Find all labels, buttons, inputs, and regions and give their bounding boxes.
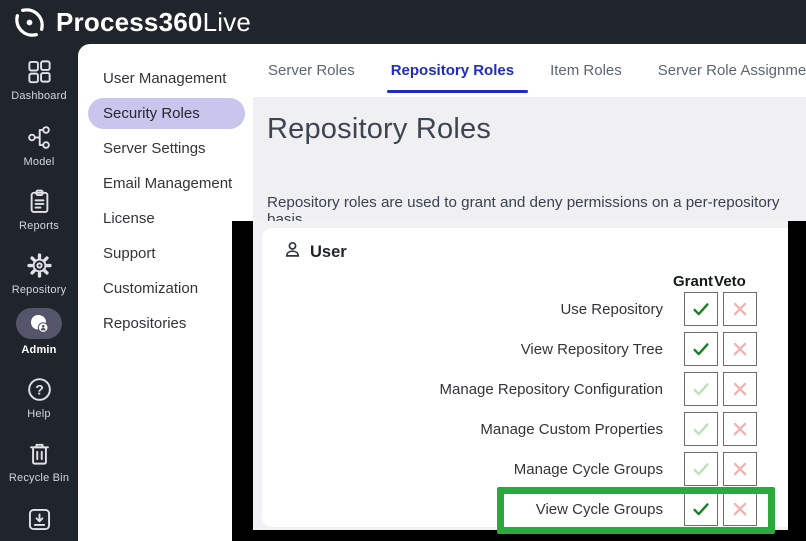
- sidebar-item-label: Recycle Bin: [9, 472, 69, 484]
- app-title-bold: Process360: [56, 7, 203, 37]
- x-icon: [729, 338, 751, 360]
- x-icon: [729, 298, 751, 320]
- sidebar-item-label: Reports: [19, 220, 59, 232]
- model-nodes-icon: [26, 124, 53, 151]
- permission-label: Use Repository: [560, 301, 663, 318]
- permission-label: Manage Repository Configuration: [440, 381, 663, 398]
- roles-tab-bar: Server Roles Repository Roles Item Roles…: [253, 44, 806, 97]
- grant-checkbox[interactable]: [684, 452, 718, 486]
- permission-row-view-repository-tree: View Repository Tree: [262, 329, 788, 369]
- tab-server-roles[interactable]: Server Roles: [268, 44, 355, 97]
- tab-repository-roles[interactable]: Repository Roles: [391, 44, 514, 97]
- x-icon: [729, 378, 751, 400]
- grant-checkbox[interactable]: [684, 332, 718, 366]
- veto-checkbox[interactable]: [723, 372, 757, 406]
- menu-item-server-settings[interactable]: Server Settings: [78, 131, 253, 166]
- menu-item-security-roles[interactable]: Security Roles: [88, 98, 245, 129]
- icon-sidebar: Dashboard Model Reports: [0, 44, 78, 541]
- check-icon: [690, 378, 712, 400]
- veto-column-header: Veto: [711, 273, 749, 290]
- sidebar-item-reports[interactable]: Reports: [0, 188, 78, 232]
- app-title-light: Live: [203, 7, 252, 37]
- top-bar: Process360Live: [0, 0, 806, 44]
- permission-row-manage-cycle-groups: Manage Cycle Groups: [262, 449, 788, 489]
- menu-item-repositories[interactable]: Repositories: [78, 306, 253, 341]
- permission-row-view-cycle-groups: View Cycle Groups: [262, 489, 788, 529]
- sidebar-item-help[interactable]: ? Help: [0, 376, 78, 420]
- user-icon: [284, 241, 301, 263]
- app-window: Process360Live Dashboard: [0, 0, 806, 541]
- sidebar-item-label: Dashboard: [11, 90, 67, 102]
- veto-checkbox[interactable]: [723, 292, 757, 326]
- app-title: Process360Live: [56, 7, 251, 38]
- permission-row-manage-repository-configuration: Manage Repository Configuration: [262, 369, 788, 409]
- grant-checkbox[interactable]: [684, 412, 718, 446]
- page-title: Repository Roles: [267, 113, 491, 146]
- sidebar-item-admin[interactable]: Admin: [0, 308, 78, 356]
- import-tray-icon: [26, 506, 53, 533]
- grant-checkbox[interactable]: [684, 372, 718, 406]
- check-icon: [690, 458, 712, 480]
- recycle-bin-trash-icon: [26, 440, 53, 467]
- permission-row-manage-custom-properties: Manage Custom Properties: [262, 409, 788, 449]
- dashboard-grid-icon: [26, 58, 53, 85]
- permission-label: Manage Custom Properties: [480, 421, 663, 438]
- check-icon: [690, 298, 712, 320]
- permission-label: View Cycle Groups: [536, 501, 663, 518]
- sidebar-item-label: Model: [24, 156, 55, 168]
- permission-row-use-repository: Use Repository: [262, 289, 788, 329]
- admin-active-pill: [16, 308, 62, 339]
- check-icon: [690, 338, 712, 360]
- reports-clipboard-icon: [26, 188, 53, 215]
- tab-item-roles[interactable]: Item Roles: [550, 44, 622, 97]
- menu-item-user-management[interactable]: User Management: [78, 61, 253, 96]
- process360-logo-icon: [13, 6, 46, 39]
- x-icon: [729, 458, 751, 480]
- x-icon: [729, 498, 751, 520]
- veto-checkbox[interactable]: [723, 412, 757, 446]
- veto-checkbox[interactable]: [723, 492, 757, 526]
- sidebar-item-label: Admin: [21, 344, 56, 356]
- help-question-icon: ?: [26, 376, 53, 403]
- admin-user-icon: [27, 313, 51, 335]
- menu-item-customization[interactable]: Customization: [78, 271, 253, 306]
- menu-item-license[interactable]: License: [78, 201, 253, 236]
- menu-item-email-management[interactable]: Email Management: [78, 166, 253, 201]
- sidebar-item-dashboard[interactable]: Dashboard: [0, 58, 78, 102]
- veto-checkbox[interactable]: [723, 332, 757, 366]
- repository-gear-icon: [26, 252, 53, 279]
- check-icon: [690, 418, 712, 440]
- check-icon: [690, 498, 712, 520]
- x-icon: [729, 418, 751, 440]
- permission-label: View Repository Tree: [521, 341, 663, 358]
- veto-checkbox[interactable]: [723, 452, 757, 486]
- sidebar-item-model[interactable]: Model: [0, 124, 78, 168]
- menu-item-support[interactable]: Support: [78, 236, 253, 271]
- permission-rows: Use Repository View Repository Tree Ma: [262, 289, 788, 529]
- permission-label: Manage Cycle Groups: [514, 461, 663, 478]
- tab-server-role-assignments[interactable]: Server Role Assignments: [658, 44, 806, 97]
- role-section-title: User: [310, 243, 347, 262]
- sidebar-item-recycle-bin[interactable]: Recycle Bin: [0, 440, 78, 484]
- grant-checkbox[interactable]: [684, 492, 718, 526]
- grant-column-header: Grant: [673, 273, 711, 290]
- role-section-header: User: [284, 241, 347, 263]
- sidebar-item-label: Repository: [12, 284, 67, 296]
- sidebar-item-label: Help: [27, 408, 50, 420]
- grant-checkbox[interactable]: [684, 292, 718, 326]
- sidebar-item-import[interactable]: [0, 506, 78, 538]
- user-role-permissions-card: User Grant Veto Use Repository View Repo…: [262, 228, 788, 527]
- svg-text:?: ?: [35, 381, 44, 397]
- sidebar-item-repository[interactable]: Repository: [0, 252, 78, 296]
- admin-menu-panel: User Management Security Roles Server Se…: [78, 44, 253, 541]
